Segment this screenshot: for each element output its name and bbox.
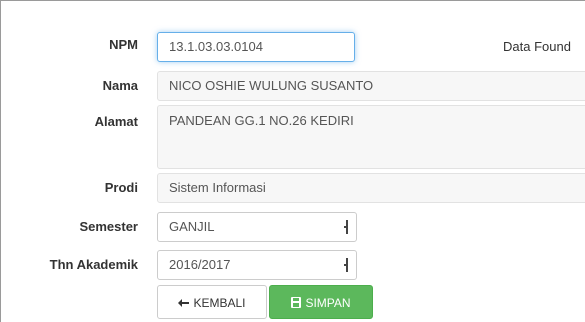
form-panel: NPM 13.1.03.03.0104 Data Found Nama NICO… (0, 0, 585, 322)
alamat-field[interactable]: PANDEAN GG.1 NO.26 KEDIRI (157, 105, 585, 169)
semester-select[interactable]: GANJIL (157, 212, 357, 242)
prodi-label: Prodi (104, 180, 138, 195)
thn-akademik-value: 2016/2017 (169, 257, 231, 272)
kembali-label: KEMBALI (193, 295, 246, 310)
semester-label: Semester (79, 219, 138, 234)
npm-input[interactable]: 13.1.03.03.0104 (157, 32, 355, 62)
simpan-label: SIMPAN (305, 295, 351, 310)
arrow-left-icon (178, 298, 190, 307)
floppy-icon (291, 297, 302, 309)
nama-field[interactable]: NICO OSHIE WULUNG SUSANTO (157, 71, 585, 101)
thn-akademik-select[interactable]: 2016/2017 (157, 250, 357, 280)
kembali-button[interactable]: KEMBALI (157, 285, 267, 319)
select-arrow-icon (344, 220, 350, 234)
semester-value: GANJIL (169, 219, 215, 234)
npm-label: NPM (109, 37, 138, 52)
simpan-button[interactable]: SIMPAN (269, 285, 373, 319)
thn-akademik-label: Thn Akademik (49, 257, 138, 272)
status-text: Data Found (503, 39, 571, 54)
select-arrow-icon (344, 258, 350, 272)
nama-label: Nama (102, 78, 138, 93)
alamat-label: Alamat (94, 114, 138, 129)
prodi-field[interactable]: Sistem Informasi (157, 173, 585, 203)
